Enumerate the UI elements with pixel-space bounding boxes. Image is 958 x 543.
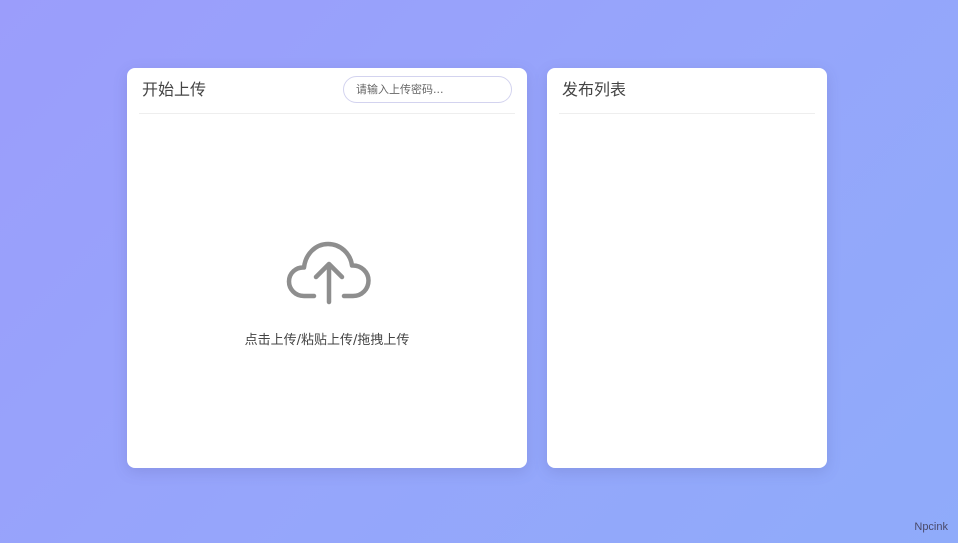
upload-drop-zone[interactable]: 点击上传/粘贴上传/拖拽上传 — [139, 114, 515, 468]
upload-hint: 点击上传/粘贴上传/拖拽上传 — [244, 333, 410, 348]
upload-password-input[interactable] — [343, 76, 512, 103]
upload-panel: 开始上传 点击上传/粘贴上传/拖拽上传 — [127, 68, 527, 468]
upload-panel-title: 开始上传 — [142, 80, 207, 99]
cloud-upload-icon — [286, 241, 371, 305]
publish-list-panel: 发布列表 — [547, 68, 827, 468]
footer-brand: Npcink — [914, 521, 948, 533]
publish-list-header: 发布列表 — [559, 68, 815, 114]
upload-panel-header: 开始上传 — [139, 68, 515, 114]
publish-list — [559, 114, 815, 460]
publish-list-title: 发布列表 — [562, 80, 627, 99]
